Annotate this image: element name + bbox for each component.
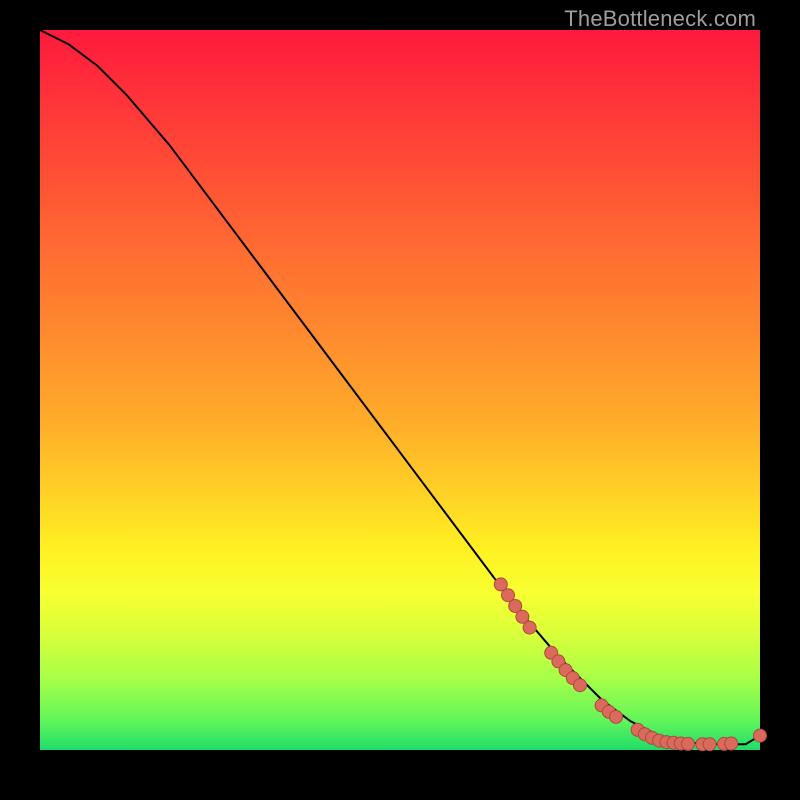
- data-marker: [682, 737, 695, 750]
- data-marker: [523, 621, 536, 634]
- plot-area: [40, 30, 760, 750]
- data-marker: [754, 729, 767, 742]
- curve-line: [40, 30, 760, 744]
- chart-svg: [40, 30, 760, 750]
- data-markers: [494, 578, 766, 751]
- data-marker: [725, 737, 738, 750]
- chart-frame: TheBottleneck.com: [0, 0, 800, 800]
- data-marker: [574, 679, 587, 692]
- watermark-text: TheBottleneck.com: [564, 6, 756, 32]
- data-marker: [610, 710, 623, 723]
- data-marker: [703, 738, 716, 751]
